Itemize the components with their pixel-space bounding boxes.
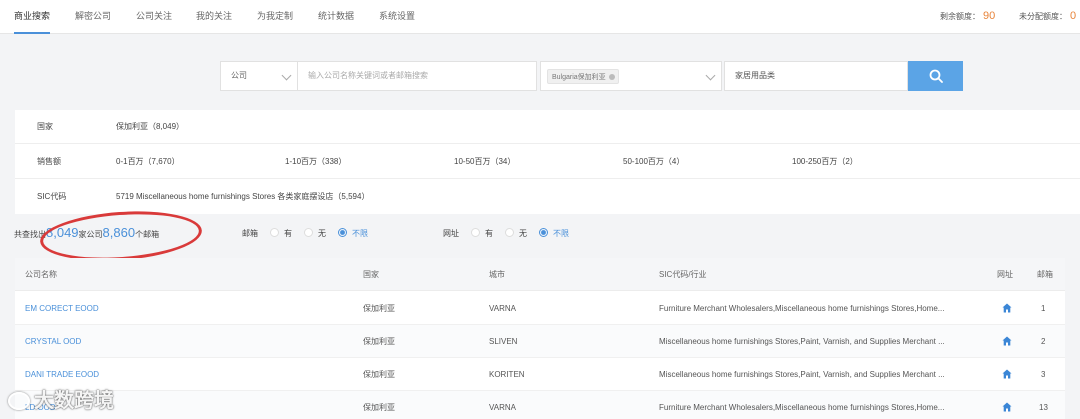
country-tag[interactable]: Bulgaria保加利亚 xyxy=(547,69,619,84)
unassigned-quota: 未分配额度： 0 xyxy=(1019,0,1076,32)
nav-tab-decrypt-company[interactable]: 解密公司 xyxy=(75,0,111,34)
email-radio-yes-label[interactable]: 有 xyxy=(284,229,292,238)
website-filter: 网址 有 无 不限 xyxy=(443,227,569,241)
website-radio-any[interactable] xyxy=(539,228,548,237)
cell-city: SLIVEN xyxy=(489,337,518,346)
cell-sic: Furniture Merchant Wholesalers,Miscellan… xyxy=(659,304,945,313)
nav-tab-my-follows[interactable]: 我的关注 xyxy=(196,0,232,34)
filter-row-sic: SIC代码 5719 Miscellaneous home furnishing… xyxy=(15,180,1080,214)
nav-tab-company-follow[interactable]: 公司关注 xyxy=(136,0,172,34)
email-radio-no-label[interactable]: 无 xyxy=(318,229,326,238)
search-icon xyxy=(929,69,943,83)
home-icon[interactable] xyxy=(1002,369,1012,379)
cell-sic: Miscellaneous home furnishings Stores,Pa… xyxy=(659,370,945,379)
results-table: 公司名称 国家 城市 SIC代码/行业 网址 邮箱 EM CORECT EOOD… xyxy=(15,258,1065,419)
annotation-oval xyxy=(38,206,204,266)
column-header-country[interactable]: 国家 xyxy=(363,258,379,291)
industry-input[interactable]: 家居用品类 xyxy=(724,61,908,91)
email-radio-any-label[interactable]: 不限 xyxy=(352,229,368,238)
watermark-logo-icon xyxy=(8,392,30,410)
website-radio-yes[interactable] xyxy=(471,228,480,237)
email-radio-yes[interactable] xyxy=(270,228,279,237)
cell-email-count: 1 xyxy=(1041,304,1046,313)
chevron-down-icon xyxy=(705,70,716,81)
remaining-quota-label: 剩余额度： xyxy=(940,12,980,21)
filter-panel: 国家 保加利亚（8,049） 销售额 0-1百万（7,670） 1-10百万（3… xyxy=(15,110,1080,214)
search-placeholder: 输入公司名称关键词或者邮箱搜索 xyxy=(308,71,428,80)
filter-option-sales-3[interactable]: 50-100百万（4） xyxy=(623,145,684,179)
unassigned-quota-label: 未分配额度： xyxy=(1019,12,1067,21)
remaining-quota: 剩余额度： 90 xyxy=(940,0,995,32)
filter-option-sales-1[interactable]: 1-10百万（338） xyxy=(285,145,346,179)
email-filter-label: 邮箱 xyxy=(242,229,258,238)
table-row: CRYSTAL OOD 保加利亚 SLIVEN Miscellaneous ho… xyxy=(15,325,1065,358)
cell-city: VARNA xyxy=(489,304,516,313)
company-name-link[interactable]: EM CORECT EOOD xyxy=(25,292,99,325)
filter-label-sales: 销售额 xyxy=(37,157,61,166)
column-header-city[interactable]: 城市 xyxy=(489,258,505,291)
filter-row-sales: 销售额 0-1百万（7,670） 1-10百万（338） 10-50百万（34）… xyxy=(15,145,1080,179)
home-icon[interactable] xyxy=(1002,303,1012,313)
search-type-value: 公司 xyxy=(231,71,247,80)
nav-tab-settings[interactable]: 系统设置 xyxy=(379,0,415,34)
search-type-select[interactable]: 公司 xyxy=(220,61,298,91)
nav-tab-business-search[interactable]: 商业搜索 xyxy=(14,0,51,34)
filter-option-sales-4[interactable]: 100-250百万（2） xyxy=(792,145,858,179)
email-radio-any[interactable] xyxy=(338,228,347,237)
company-name-link[interactable]: CRYSTAL OOD xyxy=(25,325,81,358)
remaining-quota-value: 90 xyxy=(983,10,996,22)
table-row: LD OOD 保加利亚 VARNA Furniture Merchant Who… xyxy=(15,391,1065,419)
email-radio-no[interactable] xyxy=(304,228,313,237)
top-nav: 商业搜索 解密公司 公司关注 我的关注 为我定制 统计数据 系统设置 剩余额度：… xyxy=(0,0,1080,34)
cell-sic: Miscellaneous home furnishings Stores,Pa… xyxy=(659,337,945,346)
search-button[interactable] xyxy=(908,61,963,91)
table-header: 公司名称 国家 城市 SIC代码/行业 网址 邮箱 xyxy=(15,258,1065,291)
cell-email-count: 3 xyxy=(1041,370,1046,379)
industry-value: 家居用品类 xyxy=(735,71,775,80)
website-radio-no-label[interactable]: 无 xyxy=(519,229,527,238)
nav-tab-customize[interactable]: 为我定制 xyxy=(257,0,293,34)
filter-option-country[interactable]: 保加利亚（8,049） xyxy=(116,110,184,144)
cell-city: VARNA xyxy=(489,403,516,412)
country-tag-label: Bulgaria保加利亚 xyxy=(552,74,606,81)
watermark-text: 大数跨境 xyxy=(34,390,114,412)
filter-option-sales-0[interactable]: 0-1百万（7,670） xyxy=(116,145,180,179)
home-icon[interactable] xyxy=(1002,402,1012,412)
website-radio-any-label[interactable]: 不限 xyxy=(553,229,569,238)
table-row: EM CORECT EOOD 保加利亚 VARNA Furniture Merc… xyxy=(15,292,1065,325)
website-radio-no[interactable] xyxy=(505,228,514,237)
cell-city: KORITEN xyxy=(489,370,525,379)
cell-country: 保加利亚 xyxy=(363,304,395,313)
filter-option-sic[interactable]: 5719 Miscellaneous home furnishings Stor… xyxy=(116,180,369,214)
column-header-website[interactable]: 网址 xyxy=(997,258,1013,291)
email-filter: 邮箱 有 无 不限 xyxy=(242,227,368,241)
filter-option-sales-2[interactable]: 10-50百万（34） xyxy=(454,145,515,179)
nav-tab-statistics[interactable]: 统计数据 xyxy=(318,0,354,34)
cell-email-count: 2 xyxy=(1041,337,1046,346)
cell-email-count: 13 xyxy=(1039,403,1048,412)
cell-country: 保加利亚 xyxy=(363,403,395,412)
website-filter-label: 网址 xyxy=(443,229,459,238)
search-input[interactable]: 输入公司名称关键词或者邮箱搜索 xyxy=(297,61,537,91)
cell-country: 保加利亚 xyxy=(363,337,395,346)
filter-row-country: 国家 保加利亚（8,049） xyxy=(15,110,1080,144)
country-select[interactable]: Bulgaria保加利亚 xyxy=(540,61,722,91)
chevron-down-icon xyxy=(281,70,292,81)
tag-remove-icon[interactable] xyxy=(608,74,615,80)
unassigned-quota-value: 0 xyxy=(1070,10,1077,22)
column-header-emails[interactable]: 邮箱 xyxy=(1037,258,1053,291)
column-header-sic[interactable]: SIC代码/行业 xyxy=(659,258,707,291)
table-row: DANI TRADE EOOD 保加利亚 KORITEN Miscellaneo… xyxy=(15,358,1065,391)
filter-label-country: 国家 xyxy=(37,122,53,131)
column-header-company[interactable]: 公司名称 xyxy=(25,258,57,291)
watermark: 大数跨境 xyxy=(8,386,114,416)
filter-label-sic: SIC代码 xyxy=(37,192,67,201)
cell-sic: Furniture Merchant Wholesalers,Miscellan… xyxy=(659,403,945,412)
website-radio-yes-label[interactable]: 有 xyxy=(485,229,493,238)
home-icon[interactable] xyxy=(1002,336,1012,346)
cell-country: 保加利亚 xyxy=(363,370,395,379)
